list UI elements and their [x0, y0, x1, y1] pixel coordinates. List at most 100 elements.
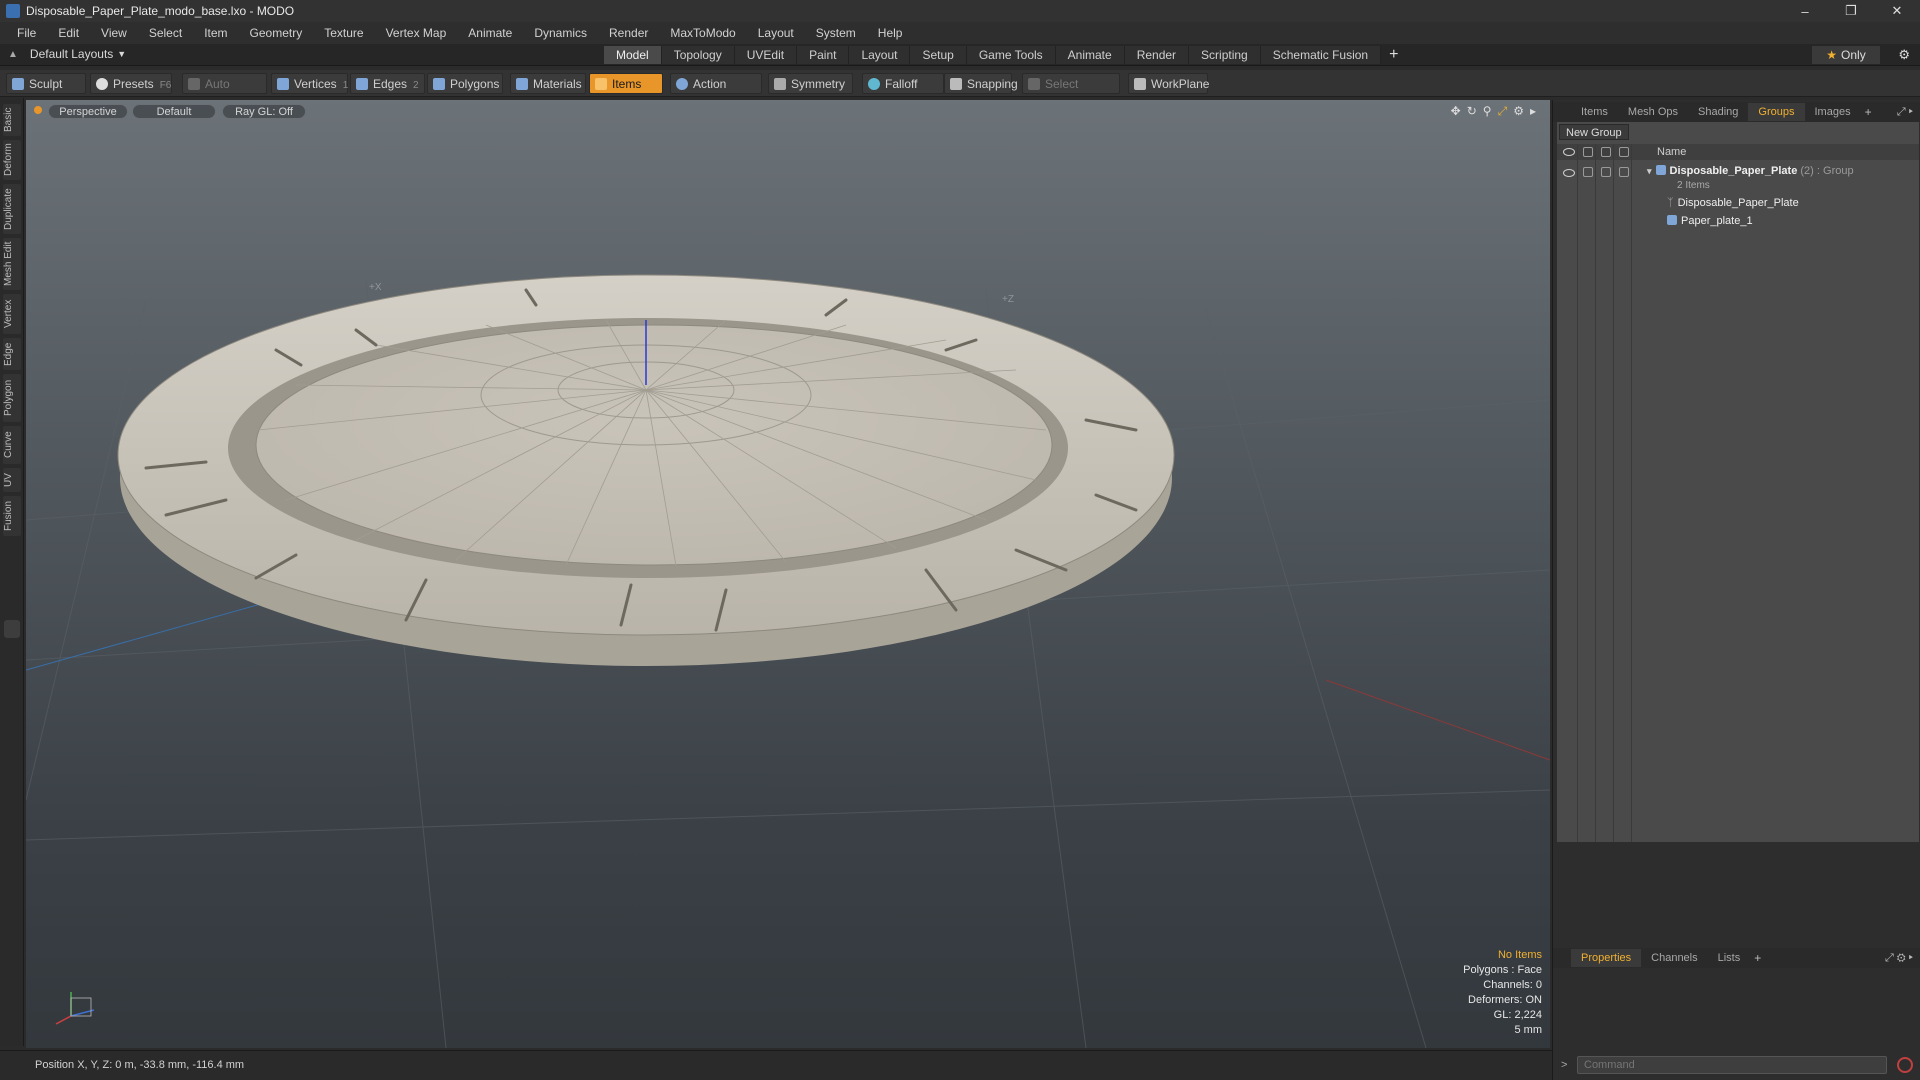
sculpt-button[interactable]: Sculpt	[6, 73, 86, 94]
menu-system[interactable]: System	[805, 26, 867, 40]
left-tab-edge[interactable]: Edge	[3, 338, 21, 370]
command-input[interactable]	[1577, 1056, 1887, 1074]
left-tab-basic[interactable]: Basic	[3, 104, 21, 136]
left-tab-mesh-edit[interactable]: Mesh Edit	[3, 238, 21, 290]
menu-select[interactable]: Select	[138, 26, 193, 40]
edges-button[interactable]: Edges 2	[350, 73, 425, 94]
raygl-dropdown[interactable]: Ray GL: Off	[222, 104, 306, 119]
record-icon[interactable]	[1897, 1057, 1913, 1073]
left-tab-uv[interactable]: UV	[3, 468, 21, 492]
menu-vertex-map[interactable]: Vertex Map	[375, 26, 458, 40]
action-center-button[interactable]: Action Center	[670, 73, 762, 112]
list-item[interactable]: ᛉ Disposable_Paper_Plate	[1667, 194, 1920, 212]
items-button[interactable]: Items	[589, 73, 663, 94]
view-type-dropdown[interactable]: Perspective	[48, 104, 128, 119]
menu-item[interactable]: Item	[193, 26, 238, 40]
left-tab-curve[interactable]: Curve	[3, 426, 21, 464]
tab-topology[interactable]: Topology	[661, 46, 735, 64]
tab-game-tools[interactable]: Game Tools	[966, 46, 1056, 64]
snapping-label: Snapping	[967, 77, 1018, 91]
left-tab-duplicate[interactable]: Duplicate	[3, 184, 21, 234]
add-panel-tab-icon[interactable]: +	[1865, 105, 1872, 119]
pan-icon[interactable]: ✥	[1451, 104, 1461, 119]
only-button[interactable]: ★ Only	[1812, 46, 1880, 64]
tab-items[interactable]: Items	[1571, 103, 1618, 121]
minimize-icon[interactable]: –	[1782, 0, 1828, 22]
menu-view[interactable]: View	[90, 26, 138, 40]
restore-icon[interactable]: ❐	[1828, 0, 1874, 22]
close-icon[interactable]: ✕	[1874, 0, 1920, 22]
tab-layout[interactable]: Layout	[849, 46, 911, 64]
strip-toggle-button[interactable]	[4, 620, 20, 638]
tab-model[interactable]: Model	[604, 46, 662, 64]
rotate-icon[interactable]: ↻	[1467, 104, 1477, 119]
left-tab-deform[interactable]: Deform	[3, 140, 21, 180]
tab-mesh-ops[interactable]: Mesh Ops	[1618, 103, 1688, 121]
zoom-icon[interactable]: ⚲	[1483, 104, 1492, 119]
tab-uvedit[interactable]: UVEdit	[734, 46, 798, 64]
viewport-settings-icon[interactable]: ⚙	[1513, 104, 1524, 119]
tab-setup[interactable]: Setup	[910, 46, 967, 64]
select-through-button[interactable]: Select Through	[1022, 73, 1120, 112]
auto-select-button[interactable]: Auto Select	[182, 73, 267, 112]
select-header-icon[interactable]	[1619, 147, 1629, 157]
add-tab-icon[interactable]: +	[1389, 46, 1398, 64]
left-tab-fusion[interactable]: Fusion	[3, 496, 21, 536]
menu-texture[interactable]: Texture	[313, 26, 374, 40]
menu-maxtomodo[interactable]: MaxToModo	[659, 26, 746, 40]
menu-animate[interactable]: Animate	[457, 26, 523, 40]
left-tab-vertex[interactable]: Vertex	[3, 294, 21, 334]
panel-expand-icon[interactable]: ⤢ ▸	[1897, 106, 1913, 119]
menu-help[interactable]: Help	[867, 26, 914, 40]
shading-dropdown[interactable]: Default	[132, 104, 216, 119]
menu-layout[interactable]: Layout	[747, 26, 805, 40]
tab-lists[interactable]: Lists	[1708, 949, 1751, 967]
layouts-dropdown[interactable]: ▲ Default Layouts ▼	[8, 47, 126, 61]
left-tab-polygon[interactable]: Polygon	[3, 374, 21, 422]
tab-channels[interactable]: Channels	[1641, 949, 1707, 967]
tab-animate[interactable]: Animate	[1055, 46, 1125, 64]
snapping-button[interactable]: Snapping	[944, 73, 1018, 94]
properties-tabs: Properties Channels Lists + ⤢ ⚙ ▸	[1553, 948, 1920, 968]
collapse-toggle-icon[interactable]: ▾	[1647, 166, 1652, 176]
menu-geometry[interactable]: Geometry	[239, 26, 314, 40]
group-render-toggle[interactable]	[1583, 167, 1593, 177]
menu-render[interactable]: Render	[598, 26, 659, 40]
collapse-up-icon[interactable]: ▲	[8, 49, 18, 60]
command-prompt-icon: >	[1561, 1059, 1568, 1071]
list-item[interactable]: Paper_plate_1	[1667, 212, 1920, 230]
tab-shading[interactable]: Shading	[1688, 103, 1748, 121]
group-subtitle-row: 2 Items	[1677, 176, 1920, 194]
menu-edit[interactable]: Edit	[47, 26, 90, 40]
menu-dynamics[interactable]: Dynamics	[523, 26, 598, 40]
group-select-toggle[interactable]	[1619, 167, 1629, 177]
tab-schematic-fusion[interactable]: Schematic Fusion	[1260, 46, 1382, 64]
new-group-button[interactable]: New Group	[1559, 124, 1629, 140]
group-visibility-toggle[interactable]	[1563, 169, 1575, 177]
visibility-header-icon[interactable]	[1563, 148, 1575, 156]
viewport-menu-icon[interactable]	[34, 106, 42, 114]
vertices-button[interactable]: Vertices 1	[271, 73, 348, 94]
properties-expand-icon[interactable]: ⤢ ⚙ ▸	[1885, 952, 1913, 965]
tab-images[interactable]: Images	[1805, 103, 1861, 121]
menu-file[interactable]: File	[6, 26, 47, 40]
presets-button[interactable]: Presets F6	[90, 73, 172, 94]
tab-render[interactable]: Render	[1124, 46, 1190, 64]
expand-right-icon[interactable]: ▸	[1530, 104, 1536, 119]
polygons-button[interactable]: Polygons	[427, 73, 503, 94]
tab-scripting[interactable]: Scripting	[1189, 46, 1261, 64]
materials-button[interactable]: Materials	[510, 73, 586, 94]
group-lock-toggle[interactable]	[1601, 167, 1611, 177]
falloff-button[interactable]: Falloff	[862, 73, 944, 94]
add-properties-tab-icon[interactable]: +	[1754, 951, 1761, 965]
render-header-icon[interactable]	[1583, 147, 1593, 157]
fit-icon[interactable]: ⤢	[1498, 104, 1508, 119]
gear-icon[interactable]: ⚙	[1898, 47, 1910, 63]
tab-groups[interactable]: Groups	[1748, 103, 1805, 121]
tab-properties[interactable]: Properties	[1571, 949, 1642, 967]
lock-header-icon[interactable]	[1601, 147, 1611, 157]
workplane-button[interactable]: WorkPlane	[1128, 73, 1209, 94]
symmetry-button[interactable]: Symmetry	[768, 73, 853, 94]
tab-paint[interactable]: Paint	[797, 46, 850, 64]
3d-viewport[interactable]: +X +Z Perspective Default Ray GL: Off ✥ …	[26, 100, 1550, 1048]
